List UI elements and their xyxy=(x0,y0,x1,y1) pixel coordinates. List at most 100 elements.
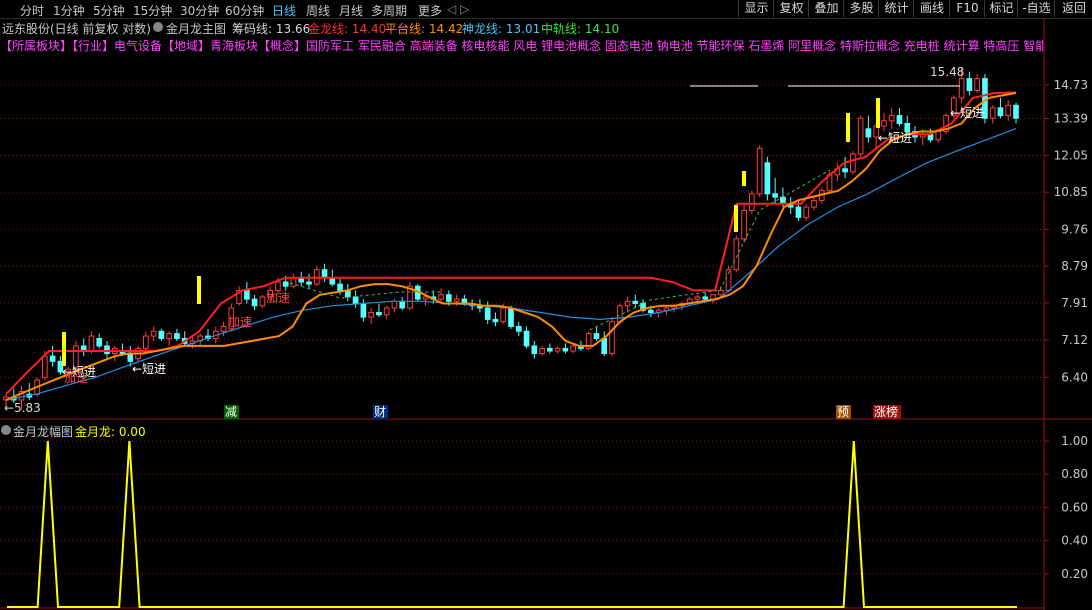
candle-body[interactable] xyxy=(593,333,600,340)
candle-body[interactable] xyxy=(648,309,654,314)
candle-body[interactable] xyxy=(803,206,810,218)
candle-body[interactable] xyxy=(508,307,514,327)
candle-body[interactable] xyxy=(290,277,297,287)
candle-body[interactable] xyxy=(42,355,48,378)
candle-body[interactable] xyxy=(127,353,134,362)
candle-body[interactable] xyxy=(244,289,250,300)
candle-body[interactable] xyxy=(702,296,709,300)
candle-body[interactable] xyxy=(453,298,460,302)
candle-body[interactable] xyxy=(523,330,530,347)
candle-body[interactable] xyxy=(888,115,895,122)
candle-body[interactable] xyxy=(492,318,499,323)
candle-body[interactable] xyxy=(282,281,289,287)
candle-body[interactable] xyxy=(337,283,343,291)
candle-body[interactable] xyxy=(865,128,872,138)
candle-body[interactable] xyxy=(251,298,258,307)
candle-body[interactable] xyxy=(376,312,382,316)
candle-body[interactable] xyxy=(764,162,771,195)
candle-body[interactable] xyxy=(321,269,328,279)
accelerate-label-2: 加速 xyxy=(228,315,252,329)
candle-body[interactable] xyxy=(749,193,755,211)
sub-y-tick-label-0: 1.00 xyxy=(1061,434,1088,448)
signal-bar-5 xyxy=(876,98,880,128)
candle-body[interactable] xyxy=(150,330,157,337)
y-tick-label-3: 10.85 xyxy=(1054,185,1088,199)
candle-body[interactable] xyxy=(547,347,553,352)
badge-jian: 减 xyxy=(225,405,237,419)
candle-body[interactable] xyxy=(896,115,903,124)
candle-body[interactable] xyxy=(383,307,390,316)
candle-body[interactable] xyxy=(935,131,942,141)
candle-body[interactable] xyxy=(352,296,359,305)
candle-body[interactable] xyxy=(446,294,452,302)
candle-body[interactable] xyxy=(1013,104,1019,119)
candle-body[interactable] xyxy=(88,335,95,352)
candle-body[interactable] xyxy=(368,312,374,318)
price-chart-svg[interactable]: 14.73 13.39 12.05 10.85 9.76 8.79 7.91 7.12 6.40… xyxy=(0,0,1092,610)
candle-body[interactable] xyxy=(259,296,266,307)
candle-body[interactable] xyxy=(391,300,398,309)
candle-body[interactable] xyxy=(694,296,701,300)
candle-body[interactable] xyxy=(717,289,724,296)
badge-cai: 财 xyxy=(374,405,386,419)
candle-body[interactable] xyxy=(422,296,429,300)
sub-y-tick-label-1: 0.80 xyxy=(1061,467,1088,481)
candle-body[interactable] xyxy=(220,325,227,332)
candle-body[interactable] xyxy=(275,281,281,291)
golden-moon-dragon-signal xyxy=(7,440,1017,608)
sub-y-tick-label-4: 0.20 xyxy=(1061,567,1088,581)
candle-body[interactable] xyxy=(500,307,507,323)
y-tick-label-7: 7.12 xyxy=(1061,333,1088,347)
candle-body[interactable] xyxy=(515,325,522,332)
candle-body[interactable] xyxy=(881,120,887,127)
candle-body[interactable] xyxy=(570,345,576,352)
candle-body[interactable] xyxy=(539,347,545,355)
gold-dragon-line xyxy=(5,92,1017,401)
candle-body[interactable] xyxy=(399,300,406,309)
candle-body[interactable] xyxy=(104,345,110,355)
candle-body[interactable] xyxy=(306,281,312,285)
candle-body[interactable] xyxy=(49,355,56,362)
candle-body[interactable] xyxy=(741,209,747,240)
y-tick-label-6: 7.91 xyxy=(1061,296,1088,310)
candle-body[interactable] xyxy=(616,305,623,323)
candle-body[interactable] xyxy=(663,307,670,311)
candle-body[interactable] xyxy=(958,78,965,99)
candle-body[interactable] xyxy=(811,199,817,208)
candle-body[interactable] xyxy=(562,347,569,352)
signal-bar-1 xyxy=(197,276,201,304)
candle-body[interactable] xyxy=(842,168,848,173)
candle-body[interactable] xyxy=(632,300,639,305)
candle-body[interactable] xyxy=(96,338,103,347)
candle-body[interactable] xyxy=(857,117,864,155)
candle-body[interactable] xyxy=(360,303,367,318)
candle-body[interactable] xyxy=(166,333,172,340)
candle-body[interactable] xyxy=(609,321,615,355)
candle-body[interactable] xyxy=(554,347,561,352)
high-price-label: 15.48 xyxy=(930,65,964,79)
candle-body[interactable] xyxy=(989,107,996,119)
candle-body[interactable] xyxy=(158,330,165,340)
candle-body[interactable] xyxy=(438,294,444,300)
short-in-label-3: ←短进 xyxy=(878,131,912,145)
candle-body[interactable] xyxy=(772,193,778,198)
candle-body[interactable] xyxy=(143,335,149,349)
candle-body[interactable] xyxy=(484,307,491,320)
candle-body[interactable] xyxy=(997,107,1004,117)
low-price-label: ←5.83 xyxy=(4,401,41,415)
candle-body[interactable] xyxy=(601,338,608,355)
candle-body[interactable] xyxy=(850,153,856,173)
candle-body[interactable] xyxy=(174,333,180,340)
badge-yu: 预 xyxy=(837,405,849,419)
candle-body[interactable] xyxy=(1005,104,1012,117)
candle-body[interactable] xyxy=(966,78,973,92)
candle-body[interactable] xyxy=(795,206,802,218)
y-tick-label-1: 13.39 xyxy=(1054,111,1088,125)
candle-body[interactable] xyxy=(756,147,763,195)
y-tick-label-5: 8.79 xyxy=(1061,259,1088,273)
short-in-label-4: ←短进 xyxy=(950,106,984,120)
candle-body[interactable] xyxy=(531,345,538,355)
candle-body[interactable] xyxy=(624,300,631,307)
candle-body[interactable] xyxy=(733,238,740,271)
candle-body[interactable] xyxy=(974,78,980,92)
